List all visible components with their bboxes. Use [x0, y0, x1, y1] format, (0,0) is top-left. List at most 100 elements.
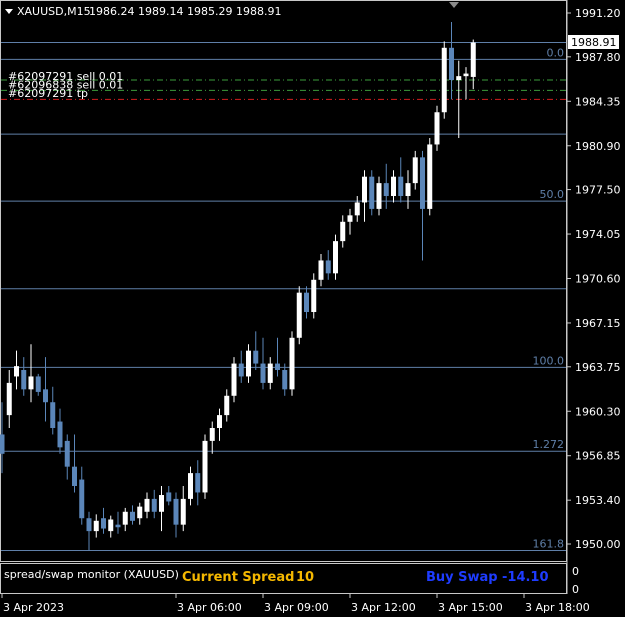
candle-body	[470, 42, 476, 77]
y-tick-label: 1991.20	[575, 7, 621, 20]
candle-body	[362, 176, 367, 203]
candle-body	[267, 363, 273, 383]
y-tick-label: 1977.50	[575, 184, 621, 197]
candle-body	[57, 421, 63, 448]
candle-body	[115, 524, 121, 528]
candle-body	[0, 434, 5, 454]
candle-body	[318, 260, 324, 280]
candle-body	[101, 518, 106, 529]
candle-body	[456, 76, 462, 81]
y-tick-label: 1984.35	[575, 95, 621, 108]
time-axis: 3 Apr 2023 3 Apr 06:00 3 Apr 09:00 3 Apr 12…	[1, 594, 590, 614]
candle-body	[122, 511, 128, 525]
candle-body	[412, 157, 418, 184]
candle-body	[108, 519, 114, 532]
price-axis: 1991.20 1987.80 1984.35 1980.90 1977.50 1974.…	[567, 7, 621, 551]
candle-body	[238, 363, 244, 377]
candle-body	[405, 183, 411, 197]
indicator-scale-top: 0	[572, 565, 579, 578]
fib-level-label: 1.272	[533, 438, 565, 451]
header-ohlc: 1986.24 1989.14 1985.29 1988.91	[89, 5, 281, 18]
candle-body	[325, 260, 331, 274]
x-tick-label: 3 Apr 06:00	[177, 601, 242, 614]
x-tick-label: 3 Apr 18:00	[525, 601, 590, 614]
candle-body	[21, 370, 27, 390]
candle-body	[427, 144, 433, 209]
symbol-timeframe: XAUUSD,M15	[17, 5, 91, 18]
candle-body	[434, 112, 440, 145]
x-tick-label: 3 Apr 09:00	[264, 601, 329, 614]
y-tick-label: 1970.60	[575, 273, 621, 286]
candle-body	[376, 183, 382, 209]
y-tick-label: 1980.90	[575, 140, 621, 153]
fib-level-label: 0.0	[547, 46, 565, 59]
chart-shift-marker-icon[interactable]	[449, 2, 459, 8]
x-tick-label: 3 Apr 12:00	[351, 601, 416, 614]
candle-body	[369, 176, 375, 209]
spread-label: Current Spread	[182, 570, 294, 585]
candle-body	[43, 389, 48, 403]
current-price-tag: 1988.91	[571, 36, 617, 49]
order-label: #62097291 tp	[8, 87, 88, 100]
candle-body	[420, 157, 425, 209]
candle-body	[383, 183, 389, 197]
candle-body	[224, 395, 230, 416]
fib-level-label: 50.0	[540, 188, 565, 201]
y-tick-label: 1956.85	[575, 450, 621, 463]
y-tick-label: 1974.05	[575, 228, 621, 241]
candle-body	[166, 492, 172, 502]
y-tick-label: 1963.75	[575, 361, 621, 374]
fib-level-label: 161.8	[533, 537, 565, 550]
candle-body	[253, 350, 259, 364]
candle-body	[151, 498, 157, 512]
indicator-scale-bottom: 0	[572, 583, 579, 596]
candle-body	[14, 366, 19, 377]
candle-body	[347, 215, 353, 222]
candle-body	[180, 498, 186, 525]
y-tick-label: 1967.15	[575, 317, 621, 330]
fibonacci-levels: 0.0 50.0 100.0 1.272 161.8	[1, 42, 566, 551]
candle-body	[188, 473, 193, 499]
candle-body	[246, 350, 251, 377]
candle-body	[296, 292, 302, 338]
order-lines: #62097291 sell 0.01#62096838 sell 0.01#6…	[1, 70, 566, 100]
candle-body	[340, 221, 346, 242]
candle-body	[6, 382, 12, 416]
candle-body	[86, 518, 92, 532]
candle-body	[354, 202, 360, 216]
y-tick-label: 1987.80	[575, 51, 621, 64]
y-tick-label: 1960.30	[575, 405, 621, 418]
candle-body	[209, 428, 215, 441]
candle-body	[64, 440, 70, 467]
candle-body	[72, 466, 77, 487]
y-tick-label: 1950.00	[575, 538, 621, 551]
symbol-dropdown-icon[interactable]	[5, 9, 13, 14]
x-tick-label: 3 Apr 15:00	[438, 601, 503, 614]
candle-body	[282, 370, 288, 390]
candle-body	[35, 376, 41, 392]
candle-body	[217, 415, 222, 429]
candle-body	[202, 440, 208, 493]
candles	[0, 22, 476, 551]
candle-body	[275, 363, 280, 371]
candle-body	[398, 176, 404, 197]
candle-body	[144, 498, 150, 512]
candle-body	[260, 363, 266, 383]
candle-body	[289, 337, 295, 390]
candle-body	[463, 73, 469, 77]
candle-body	[195, 473, 201, 493]
swap-value: -14.10	[502, 570, 549, 585]
spread-value: 10	[296, 570, 314, 585]
candle-body	[333, 241, 338, 274]
candle-body	[137, 506, 143, 519]
candle-body	[28, 376, 34, 390]
candle-body	[231, 363, 237, 396]
candle-body	[304, 292, 309, 313]
candle-body	[93, 520, 99, 532]
candle-body	[391, 176, 396, 197]
price-chart[interactable]: 0.0 50.0 100.0 1.272 161.8 #62097291 sell 0.…	[0, 0, 625, 617]
candle-body	[441, 47, 447, 113]
indicator-name: spread/swap monitor (XAUUSD)	[4, 568, 179, 581]
candle-body	[173, 498, 179, 525]
candle-body	[130, 511, 135, 521]
